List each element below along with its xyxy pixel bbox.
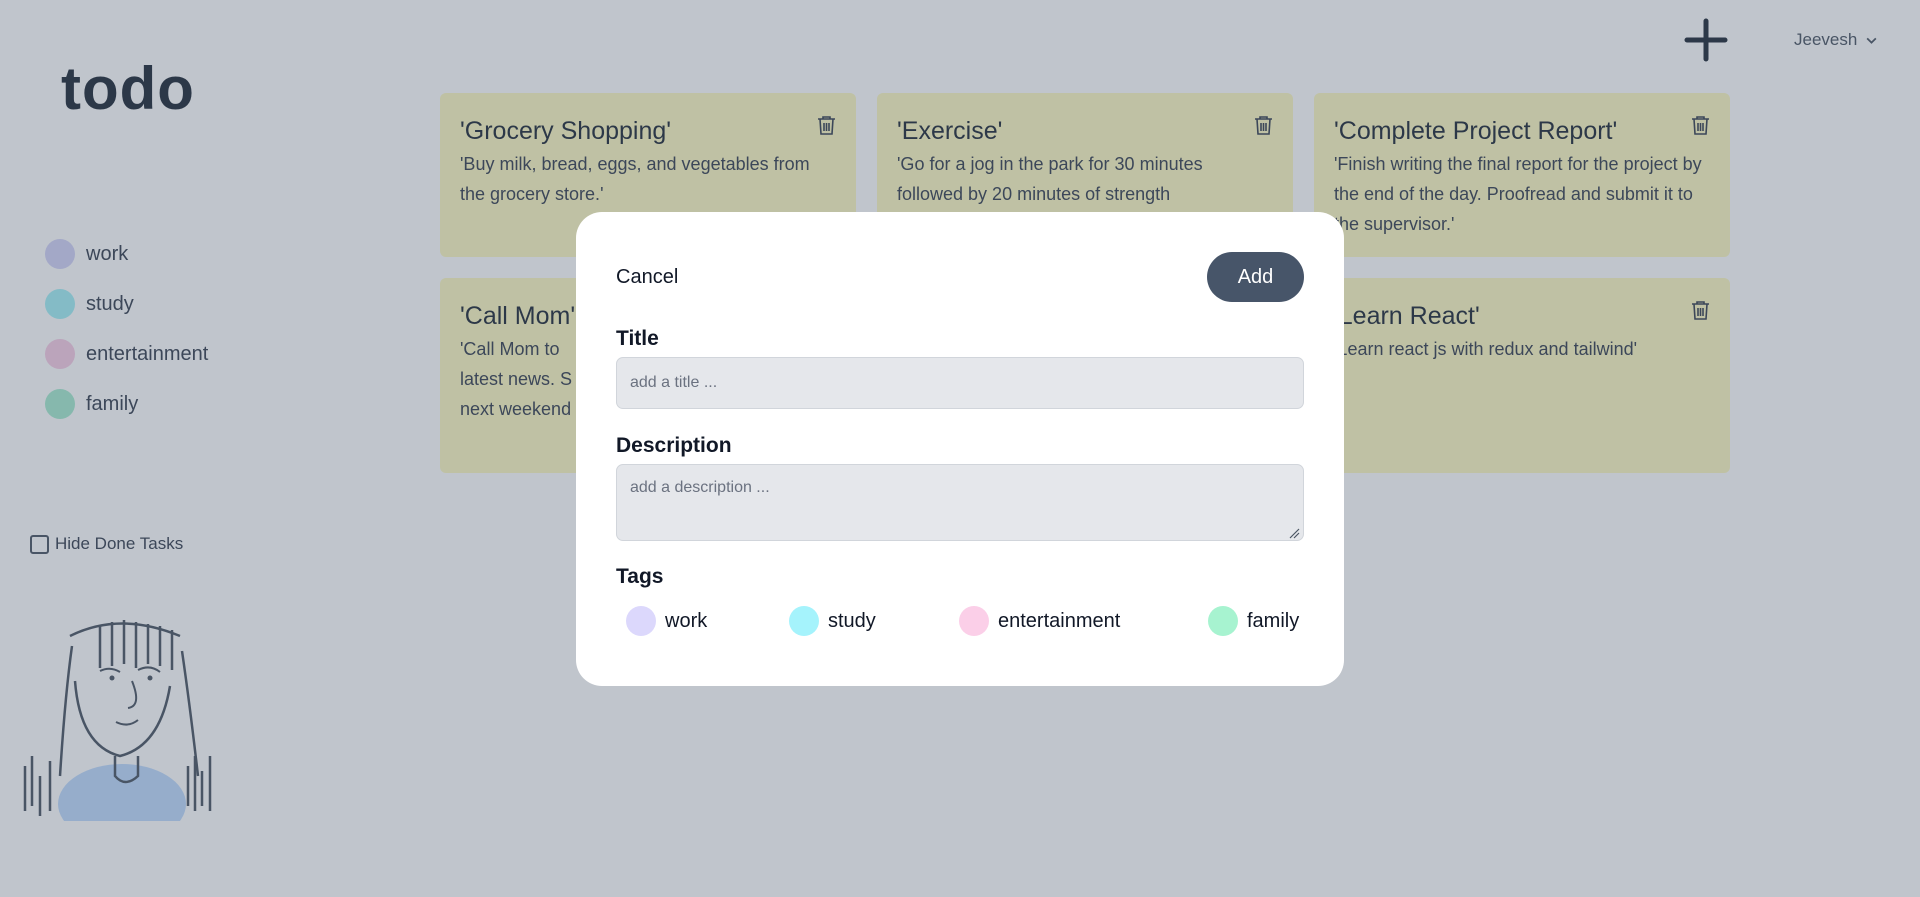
description-label: Description bbox=[616, 434, 732, 457]
tag-color-dot bbox=[1208, 606, 1238, 636]
tag-label: work bbox=[665, 609, 708, 632]
tag-color-dot bbox=[626, 606, 656, 636]
resize-grip-icon[interactable] bbox=[1289, 528, 1300, 539]
tag-color-dot bbox=[959, 606, 989, 636]
tag-option-work[interactable]: work bbox=[626, 605, 707, 637]
title-input[interactable] bbox=[616, 357, 1304, 409]
tag-option-study[interactable]: study bbox=[789, 605, 876, 637]
tag-option-family[interactable]: family bbox=[1208, 605, 1299, 637]
tag-color-dot bbox=[789, 606, 819, 636]
tag-selector: work study entertainment family bbox=[626, 605, 1304, 641]
description-input[interactable] bbox=[616, 464, 1304, 541]
cancel-button[interactable]: Cancel bbox=[616, 266, 678, 289]
tag-label: entertainment bbox=[998, 609, 1121, 632]
tag-option-entertainment[interactable]: entertainment bbox=[959, 605, 1120, 637]
title-label: Title bbox=[616, 327, 659, 350]
tag-label: study bbox=[828, 609, 876, 632]
tags-label: Tags bbox=[616, 565, 664, 588]
add-button[interactable]: Add bbox=[1207, 252, 1304, 302]
add-task-dialog: Cancel Add Title Description Tags work s… bbox=[576, 212, 1344, 686]
tag-label: family bbox=[1247, 609, 1300, 632]
